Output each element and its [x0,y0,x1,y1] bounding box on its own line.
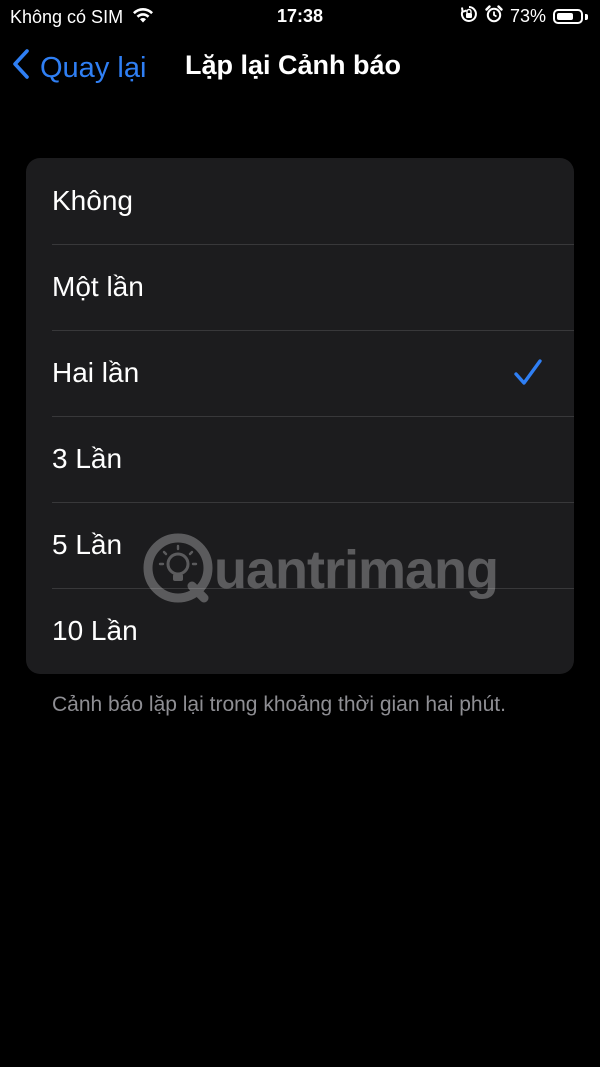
battery-fill [557,13,574,20]
option-row-10-times[interactable]: 10 Lần [26,588,574,674]
chevron-left-icon [12,48,30,88]
orientation-lock-icon [460,5,478,28]
status-bar: Không có SIM 17:38 73% [0,0,600,34]
option-row-twice[interactable]: Hai lần [26,330,574,416]
navigation-bar: Quay lại Lặp lại Cảnh báo [0,40,600,96]
option-label: Hai lần [52,357,140,388]
back-label: Quay lại [40,51,147,84]
back-button[interactable]: Quay lại [12,48,146,88]
option-row-none[interactable]: Không [26,158,574,244]
option-label: 10 Lần [52,615,138,646]
battery-percent: 73% [509,6,546,26]
option-label: 5 Lần [52,529,123,560]
page-title: Lặp lại Cảnh báo [185,50,402,80]
battery-cap [585,13,588,20]
option-row-once[interactable]: Một lần [26,244,574,330]
battery-icon [553,9,583,24]
repeat-alert-options: Không Một lần Hai lần 3 Lần 5 Lần 10 Lần [26,158,574,674]
option-label: Một lần [52,271,144,302]
option-row-5-times[interactable]: 5 Lần [26,502,574,588]
status-right: 73% [460,5,588,28]
checkmark-icon [514,359,542,385]
option-row-3-times[interactable]: 3 Lần [26,416,574,502]
alarm-icon [485,5,503,28]
option-label: Không [52,185,133,216]
option-label: 3 Lần [52,443,123,474]
footer-note: Cảnh báo lặp lại trong khoảng thời gian … [52,693,506,716]
